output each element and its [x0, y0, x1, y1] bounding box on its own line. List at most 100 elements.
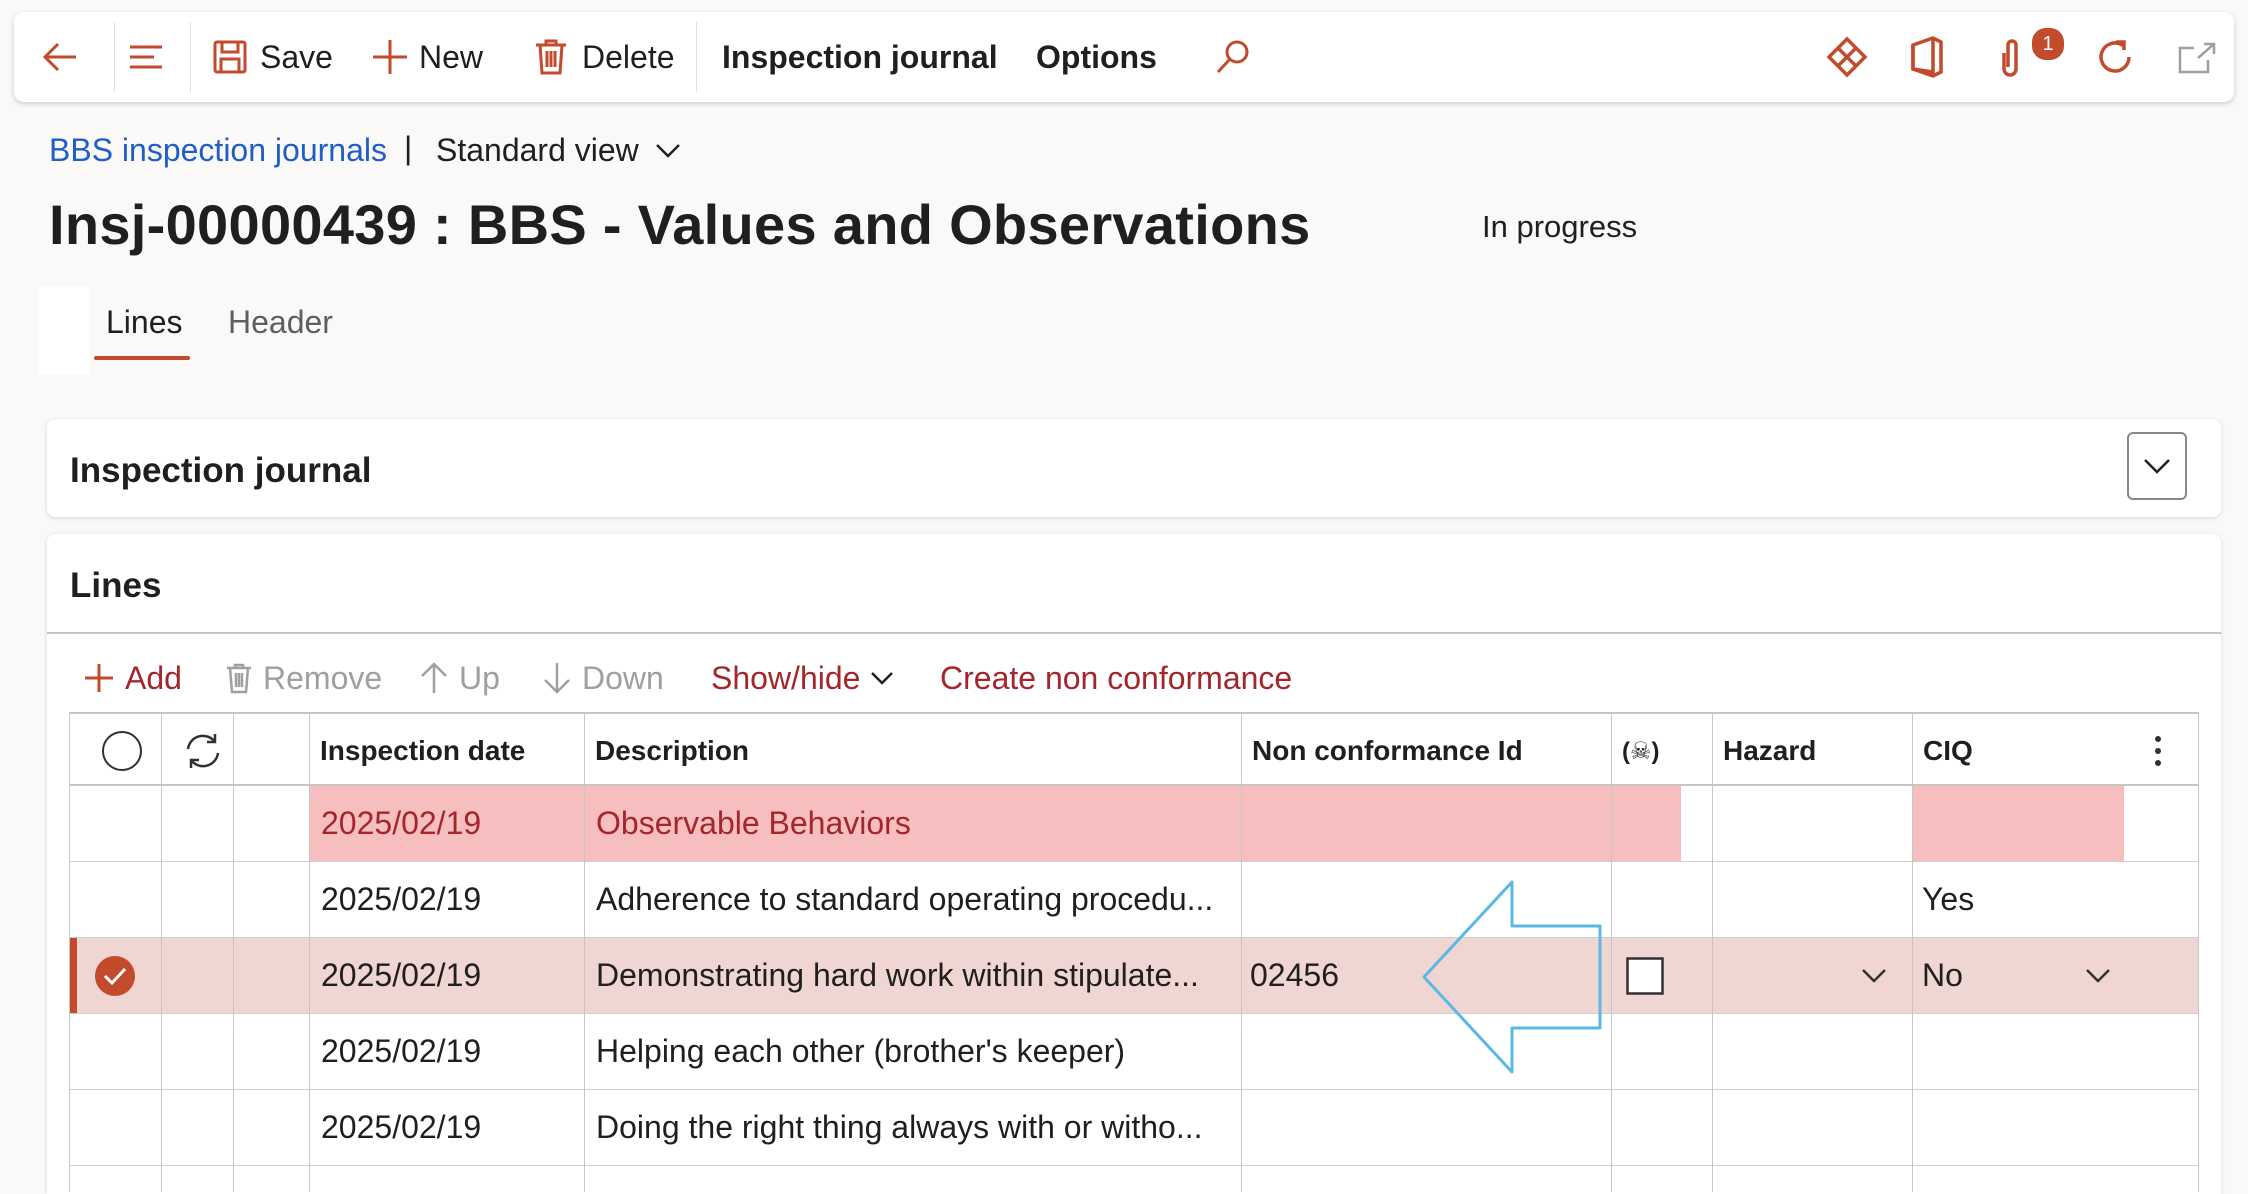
options-menu[interactable]: Options — [1036, 12, 1157, 102]
inspection-journal-menu[interactable]: Inspection journal — [722, 12, 998, 102]
cell-inspection-date[interactable]: 2025/02/19 — [321, 862, 481, 937]
chevron-down-icon — [2144, 459, 2170, 474]
column-header-ciq[interactable]: CIQ — [1913, 714, 1973, 788]
expand-toggle-button[interactable] — [2127, 432, 2187, 500]
save-label: Save — [260, 38, 333, 75]
power-apps-button[interactable] — [1826, 12, 1868, 102]
breadcrumb-separator: | — [404, 130, 413, 166]
refresh-icon — [2099, 40, 2131, 73]
column-header-inspection-date[interactable]: Inspection date — [310, 714, 525, 788]
delete-label: Delete — [582, 38, 675, 75]
plus-icon — [85, 664, 113, 692]
remove-line-button[interactable]: Remove — [225, 648, 382, 708]
row-select-checkbox[interactable] — [94, 938, 136, 1013]
cell-description[interactable]: Helping each other (brother's keeper) — [596, 1014, 1125, 1089]
grid-column-line — [233, 712, 234, 1192]
table-row[interactable]: 2025/02/19 Doing the right thing always … — [69, 1090, 2199, 1166]
table-row[interactable]: 2025/02/19 Adherence to standard operati… — [69, 862, 2199, 938]
ciq-dropdown[interactable]: No — [1913, 938, 2163, 1013]
chevron-down-icon — [655, 143, 680, 158]
open-new-window-button[interactable] — [2178, 12, 2216, 102]
cell-description[interactable]: Observable Behaviors — [596, 786, 911, 861]
column-options-button[interactable] — [2143, 714, 2163, 788]
tab-gutter — [38, 286, 90, 374]
popout-icon — [2178, 42, 2216, 74]
show-hide-menu[interactable]: Show/hide — [711, 648, 894, 708]
toolbar-separator — [696, 22, 697, 92]
office-button[interactable] — [1909, 12, 1945, 102]
delete-button[interactable]: Delete — [534, 12, 675, 102]
cell-inspection-date[interactable]: 2025/02/19 — [321, 1014, 481, 1089]
hamburger-icon — [130, 45, 162, 69]
save-button[interactable]: Save — [212, 12, 333, 102]
table-row[interactable]: 2025/02/19 Observable Behaviors — [69, 786, 2199, 862]
tab-header[interactable]: Header — [228, 304, 333, 341]
ciq-value: No — [1922, 957, 1963, 993]
table-row-selected[interactable]: 2025/02/19 Demonstrating hard work withi… — [69, 938, 2199, 1014]
hazard-checkbox[interactable] — [1626, 938, 1664, 1013]
menu-button[interactable] — [126, 12, 166, 102]
refresh-grid-button[interactable] — [173, 714, 223, 788]
inspection-journal-fasttab[interactable]: Inspection journal — [47, 419, 2221, 517]
arrow-down-icon — [544, 663, 570, 694]
cell-ciq[interactable]: Yes — [1922, 862, 1974, 937]
back-arrow-icon — [42, 42, 76, 72]
search-icon — [1216, 40, 1249, 74]
column-header-hazard-icon[interactable]: (☠) — [1612, 714, 1660, 788]
grid-column-line — [584, 712, 585, 1192]
row-highlight — [1913, 786, 2124, 861]
chevron-down-icon — [2086, 968, 2110, 983]
action-pane: Save New Delete Inspection journal Optio… — [14, 12, 2234, 102]
cell-non-conformance-id[interactable]: 02456 — [1250, 938, 1339, 1013]
remove-label: Remove — [263, 659, 383, 696]
column-header-hazard[interactable]: Hazard — [1713, 714, 1816, 788]
cell-inspection-date[interactable]: 2025/02/19 — [321, 1090, 481, 1165]
back-button[interactable] — [40, 12, 80, 102]
select-all-checkbox[interactable] — [91, 714, 143, 788]
cell-inspection-date[interactable]: 2025/02/19 — [321, 786, 481, 861]
move-up-button[interactable]: Up — [419, 648, 500, 708]
search-button[interactable] — [1214, 12, 1252, 102]
grid-column-line — [1912, 712, 1913, 1192]
row-highlight — [310, 786, 1681, 861]
grid-column-line — [69, 712, 70, 1192]
move-down-button[interactable]: Down — [542, 648, 664, 708]
up-label: Up — [459, 659, 500, 696]
grid-column-line — [2198, 712, 2199, 1192]
column-header-description[interactable]: Description — [585, 714, 749, 788]
cell-inspection-date[interactable]: 2025/02/19 — [321, 938, 481, 1013]
chevron-down-icon — [871, 672, 894, 685]
lines-fasttab: Lines Add Remove Up Down Show/hide Creat… — [47, 534, 2221, 1194]
more-vertical-icon — [2155, 736, 2161, 766]
add-line-button[interactable]: Add — [83, 648, 182, 708]
view-selector[interactable]: Standard view — [436, 132, 681, 169]
arrow-up-icon — [421, 662, 447, 693]
checkbox-icon — [1626, 956, 1664, 995]
breadcrumb-link[interactable]: BBS inspection journals — [49, 132, 387, 169]
grid-header-row: Inspection date Description Non conforma… — [69, 712, 2199, 786]
office-icon — [1911, 36, 1943, 78]
new-button[interactable]: New — [371, 12, 483, 102]
create-non-conformance-button[interactable]: Create non conformance — [940, 648, 1292, 708]
status-text: In progress — [1482, 209, 1638, 244]
new-label: New — [419, 38, 484, 75]
cell-description[interactable]: Doing the right thing always with or wit… — [596, 1090, 1203, 1165]
attachments-button[interactable]: 1 — [1992, 12, 2066, 102]
table-row[interactable]: 2025/02/19 Helping each other (brother's… — [69, 1014, 2199, 1090]
trash-icon — [227, 663, 251, 694]
grid-column-line — [1241, 712, 1242, 1192]
power-apps-icon — [1826, 36, 1868, 78]
tab-lines[interactable]: Lines — [106, 304, 183, 341]
column-header-non-conformance-id[interactable]: Non conformance Id — [1242, 714, 1523, 788]
selected-row-indicator — [69, 938, 77, 1013]
refresh-button[interactable] — [2094, 12, 2136, 102]
toolbar-separator — [190, 22, 191, 92]
annotation-arrow-icon — [1422, 880, 1602, 1074]
cell-description[interactable]: Adherence to standard operating procedu.… — [596, 862, 1213, 937]
hazard-dropdown[interactable] — [1713, 938, 1913, 1013]
down-label: Down — [582, 659, 664, 696]
grid-column-line — [161, 712, 162, 1192]
grid-column-line — [309, 712, 310, 1192]
active-tab-indicator — [94, 356, 190, 360]
cell-description[interactable]: Demonstrating hard work within stipulate… — [596, 938, 1199, 1013]
